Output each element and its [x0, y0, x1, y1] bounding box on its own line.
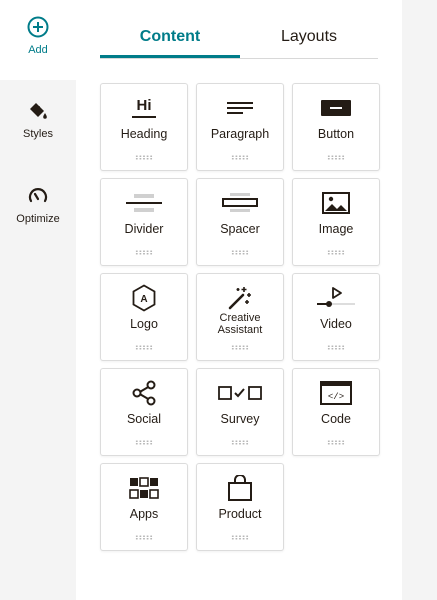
magic-wand-icon	[197, 284, 283, 312]
apps-icon	[101, 474, 187, 502]
svg-text:Hi: Hi	[137, 97, 152, 114]
block-label: Heading	[120, 127, 168, 141]
drag-handle[interactable]	[327, 155, 345, 160]
panel-tabs: Content Layouts	[100, 18, 378, 59]
drag-handle[interactable]	[135, 250, 153, 255]
block-label: Spacer	[220, 222, 260, 236]
rail-add-label: Add	[28, 44, 48, 56]
paragraph-icon	[197, 94, 283, 122]
drag-handle[interactable]	[231, 250, 249, 255]
drag-handle[interactable]	[135, 440, 153, 445]
tab-content[interactable]: Content	[100, 18, 240, 58]
drag-handle[interactable]	[231, 155, 249, 160]
left-rail: Add Styles Optimize	[0, 0, 76, 600]
gauge-icon	[27, 185, 49, 207]
drag-handle[interactable]	[135, 535, 153, 540]
svg-text:A: A	[140, 294, 147, 305]
paint-bucket-icon	[27, 100, 49, 122]
drag-handle[interactable]	[327, 250, 345, 255]
block-label: Paragraph	[210, 127, 270, 141]
heading-icon: Hi	[101, 94, 187, 122]
block-label: Social	[126, 412, 162, 426]
block-label: Creative Assistant	[217, 312, 263, 336]
block-label: Product	[218, 507, 262, 521]
block-label: Survey	[220, 412, 260, 426]
drag-handle[interactable]	[231, 345, 249, 350]
share-icon	[101, 379, 187, 407]
drag-handle[interactable]	[135, 345, 153, 350]
block-button[interactable]: Button	[292, 83, 380, 171]
block-label: Video	[320, 317, 352, 331]
image-icon	[293, 189, 379, 217]
block-social[interactable]: Social	[100, 368, 188, 456]
block-divider[interactable]: Divider	[100, 178, 188, 266]
block-product[interactable]: Product	[196, 463, 284, 551]
block-label: Button	[317, 127, 355, 141]
drag-handle[interactable]	[231, 440, 249, 445]
block-creative-assistant[interactable]: Creative Assistant	[196, 273, 284, 361]
drag-handle[interactable]	[327, 440, 345, 445]
survey-icon	[197, 379, 283, 407]
rail-styles[interactable]: Styles	[0, 100, 76, 140]
block-label: Logo	[130, 317, 158, 331]
block-survey[interactable]: Survey	[196, 368, 284, 456]
logo-icon: A	[101, 284, 187, 312]
code-icon: </>	[293, 379, 379, 407]
rail-styles-label: Styles	[23, 128, 53, 140]
rail-optimize-label: Optimize	[16, 213, 60, 225]
plus-circle-icon	[27, 16, 49, 38]
block-label: Divider	[124, 222, 164, 236]
divider-icon	[101, 189, 187, 217]
drag-handle[interactable]	[327, 345, 345, 350]
content-block-grid: Hi Heading Paragraph Button Divider Spac…	[100, 83, 380, 551]
block-paragraph[interactable]: Paragraph	[196, 83, 284, 171]
block-logo[interactable]: A Logo	[100, 273, 188, 361]
block-label: Code	[321, 412, 351, 426]
block-heading[interactable]: Hi Heading	[100, 83, 188, 171]
block-image[interactable]: Image	[292, 178, 380, 266]
block-code[interactable]: </> Code	[292, 368, 380, 456]
video-icon	[293, 284, 379, 312]
shopping-bag-icon	[197, 474, 283, 502]
block-apps[interactable]: Apps	[100, 463, 188, 551]
block-label: Apps	[129, 507, 159, 521]
svg-text:</>: </>	[328, 392, 344, 402]
block-spacer[interactable]: Spacer	[196, 178, 284, 266]
rail-optimize[interactable]: Optimize	[0, 185, 76, 225]
canvas-edge	[402, 0, 437, 600]
drag-handle[interactable]	[135, 155, 153, 160]
rail-add[interactable]: Add	[0, 0, 76, 80]
tab-layouts[interactable]: Layouts	[240, 18, 378, 58]
block-video[interactable]: Video	[292, 273, 380, 361]
spacer-icon	[197, 189, 283, 217]
button-icon	[293, 94, 379, 122]
block-label: Image	[318, 222, 354, 236]
drag-handle[interactable]	[231, 535, 249, 540]
